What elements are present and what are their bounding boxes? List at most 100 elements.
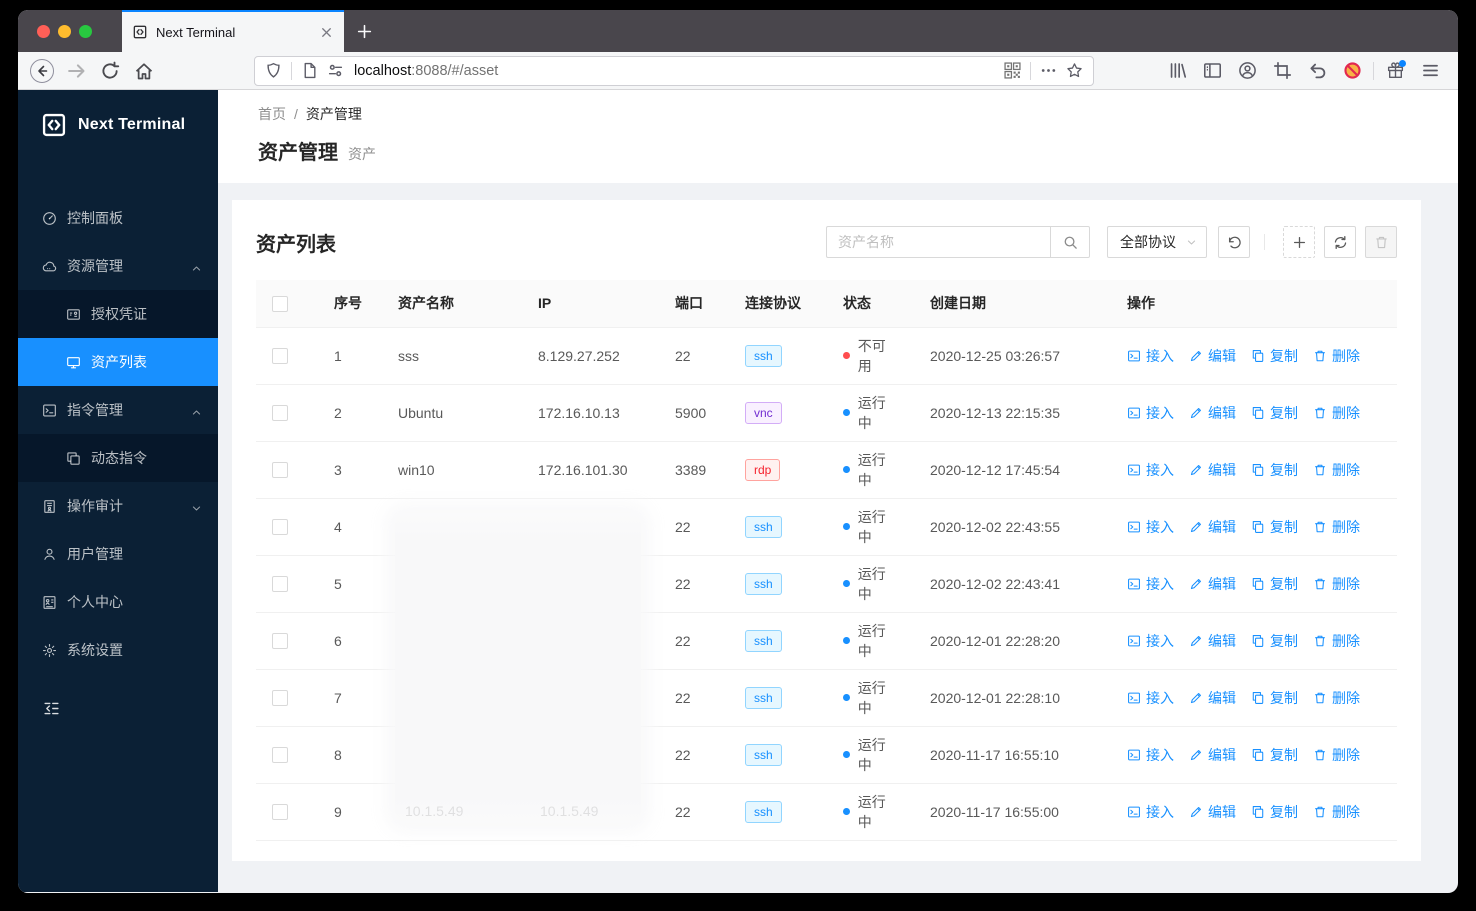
blocked-extension-icon[interactable] (1338, 57, 1366, 85)
action-delete-link[interactable]: 删除 (1313, 688, 1360, 708)
back-icon[interactable] (28, 57, 56, 85)
action-copy-link[interactable]: 复制 (1251, 745, 1298, 765)
row-checkbox[interactable] (272, 804, 288, 821)
url-bar[interactable]: localhost:8088/#/asset (254, 55, 1094, 86)
action-delete-link[interactable]: 删除 (1313, 745, 1360, 765)
action-copy-link[interactable]: 复制 (1251, 460, 1298, 480)
action-edit-link[interactable]: 编辑 (1189, 688, 1236, 708)
copy-icon (1251, 463, 1265, 477)
menu-fold-icon[interactable] (43, 700, 60, 717)
action-edit-link[interactable]: 编辑 (1189, 802, 1236, 822)
action-copy-link[interactable]: 复制 (1251, 631, 1298, 651)
whatsnew-gift-icon[interactable] (1381, 57, 1409, 85)
action-terminal-link[interactable]: 接入 (1127, 517, 1174, 537)
edit-icon (1189, 406, 1203, 420)
protocol-select[interactable]: 全部协议 (1107, 226, 1207, 258)
row-checkbox[interactable] (272, 747, 288, 764)
page-icon[interactable] (301, 62, 318, 79)
new-tab-button[interactable] (344, 10, 384, 52)
sidebar-item[interactable]: 资源管理 (18, 242, 218, 290)
home-icon[interactable] (130, 57, 158, 85)
sidebar-item[interactable]: 个人中心 (18, 578, 218, 626)
sidebar-item[interactable]: 控制面板 (18, 194, 218, 242)
reload-icon[interactable] (96, 57, 124, 85)
action-delete-link[interactable]: 删除 (1313, 403, 1360, 423)
action-delete-link[interactable]: 删除 (1313, 631, 1360, 651)
close-window-button[interactable] (37, 24, 50, 38)
action-label: 删除 (1332, 404, 1360, 421)
refresh-button[interactable] (1324, 226, 1356, 258)
action-copy-link[interactable]: 复制 (1251, 688, 1298, 708)
row-checkbox[interactable] (272, 576, 288, 593)
action-copy-link[interactable]: 复制 (1251, 403, 1298, 423)
action-edit-link[interactable]: 编辑 (1189, 403, 1236, 423)
undo-nav-icon[interactable] (1303, 57, 1331, 85)
action-delete-link[interactable]: 删除 (1313, 802, 1360, 822)
action-copy-link[interactable]: 复制 (1251, 574, 1298, 594)
sidebar-item[interactable]: 系统设置 (18, 626, 218, 674)
search-button[interactable] (1050, 226, 1090, 258)
action-label: 接入 (1146, 689, 1174, 706)
browser-tab[interactable]: Next Terminal (122, 10, 344, 52)
action-delete-link[interactable]: 删除 (1313, 517, 1360, 537)
delete-selected-button[interactable] (1365, 226, 1397, 258)
action-copy-link[interactable]: 复制 (1251, 346, 1298, 366)
delete-icon (1313, 691, 1327, 705)
sidebar-item[interactable]: 授权凭证 (18, 290, 218, 338)
action-edit-link[interactable]: 编辑 (1189, 346, 1236, 366)
action-terminal-link[interactable]: 接入 (1127, 403, 1174, 423)
status-label: 运行中 (857, 793, 886, 830)
action-delete-link[interactable]: 删除 (1313, 460, 1360, 480)
select-all-checkbox[interactable] (272, 295, 288, 312)
page-actions-icon[interactable] (1040, 62, 1057, 79)
action-edit-link[interactable]: 编辑 (1189, 460, 1236, 480)
breadcrumb-home[interactable]: 首页 (258, 104, 286, 124)
app-logo[interactable]: Next Terminal (18, 90, 218, 160)
action-delete-link[interactable]: 删除 (1313, 574, 1360, 594)
action-terminal-link[interactable]: 接入 (1127, 631, 1174, 651)
action-edit-link[interactable]: 编辑 (1189, 517, 1236, 537)
bookmark-star-icon[interactable] (1066, 62, 1083, 79)
action-terminal-link[interactable]: 接入 (1127, 745, 1174, 765)
permissions-icon[interactable] (327, 62, 344, 79)
row-checkbox[interactable] (272, 405, 288, 422)
minimize-window-button[interactable] (58, 24, 71, 38)
action-delete-link[interactable]: 删除 (1313, 346, 1360, 366)
sidebar-panel-icon[interactable] (1198, 57, 1226, 85)
action-terminal-link[interactable]: 接入 (1127, 688, 1174, 708)
status-label: 运行中 (857, 622, 886, 659)
action-terminal-link[interactable]: 接入 (1127, 460, 1174, 480)
row-checkbox[interactable] (272, 690, 288, 707)
screenshot-icon[interactable] (1268, 57, 1296, 85)
sidebar-item[interactable]: 指令管理 (18, 386, 218, 434)
shield-icon[interactable] (265, 62, 282, 79)
browser-toolbar: localhost:8088/#/asset (18, 52, 1458, 90)
search-input[interactable] (826, 226, 1050, 258)
row-checkbox[interactable] (272, 348, 288, 365)
sidebar-item[interactable]: 用户管理 (18, 530, 218, 578)
action-edit-link[interactable]: 编辑 (1189, 631, 1236, 651)
sidebar-item[interactable]: 操作审计 (18, 482, 218, 530)
action-terminal-link[interactable]: 接入 (1127, 802, 1174, 822)
sidebar-item[interactable]: 资产列表 (18, 338, 218, 386)
action-copy-link[interactable]: 复制 (1251, 802, 1298, 822)
action-terminal-link[interactable]: 接入 (1127, 574, 1174, 594)
library-icon[interactable] (1163, 57, 1191, 85)
account-icon[interactable] (1233, 57, 1261, 85)
action-edit-link[interactable]: 编辑 (1189, 745, 1236, 765)
action-copy-link[interactable]: 复制 (1251, 517, 1298, 537)
row-checkbox[interactable] (272, 519, 288, 536)
app-menu-icon[interactable] (1416, 57, 1444, 85)
add-asset-button[interactable] (1283, 226, 1315, 258)
sidebar-item[interactable]: 动态指令 (18, 434, 218, 482)
action-terminal-link[interactable]: 接入 (1127, 346, 1174, 366)
undo-filter-button[interactable] (1218, 226, 1250, 258)
action-edit-link[interactable]: 编辑 (1189, 574, 1236, 594)
zoom-window-button[interactable] (79, 24, 92, 38)
chevron-down-icon (1186, 237, 1197, 248)
qr-code-icon[interactable] (1004, 62, 1021, 79)
row-checkbox[interactable] (272, 633, 288, 650)
row-checkbox[interactable] (272, 462, 288, 479)
forward-icon[interactable] (62, 57, 90, 85)
tab-close-icon[interactable] (319, 25, 334, 40)
